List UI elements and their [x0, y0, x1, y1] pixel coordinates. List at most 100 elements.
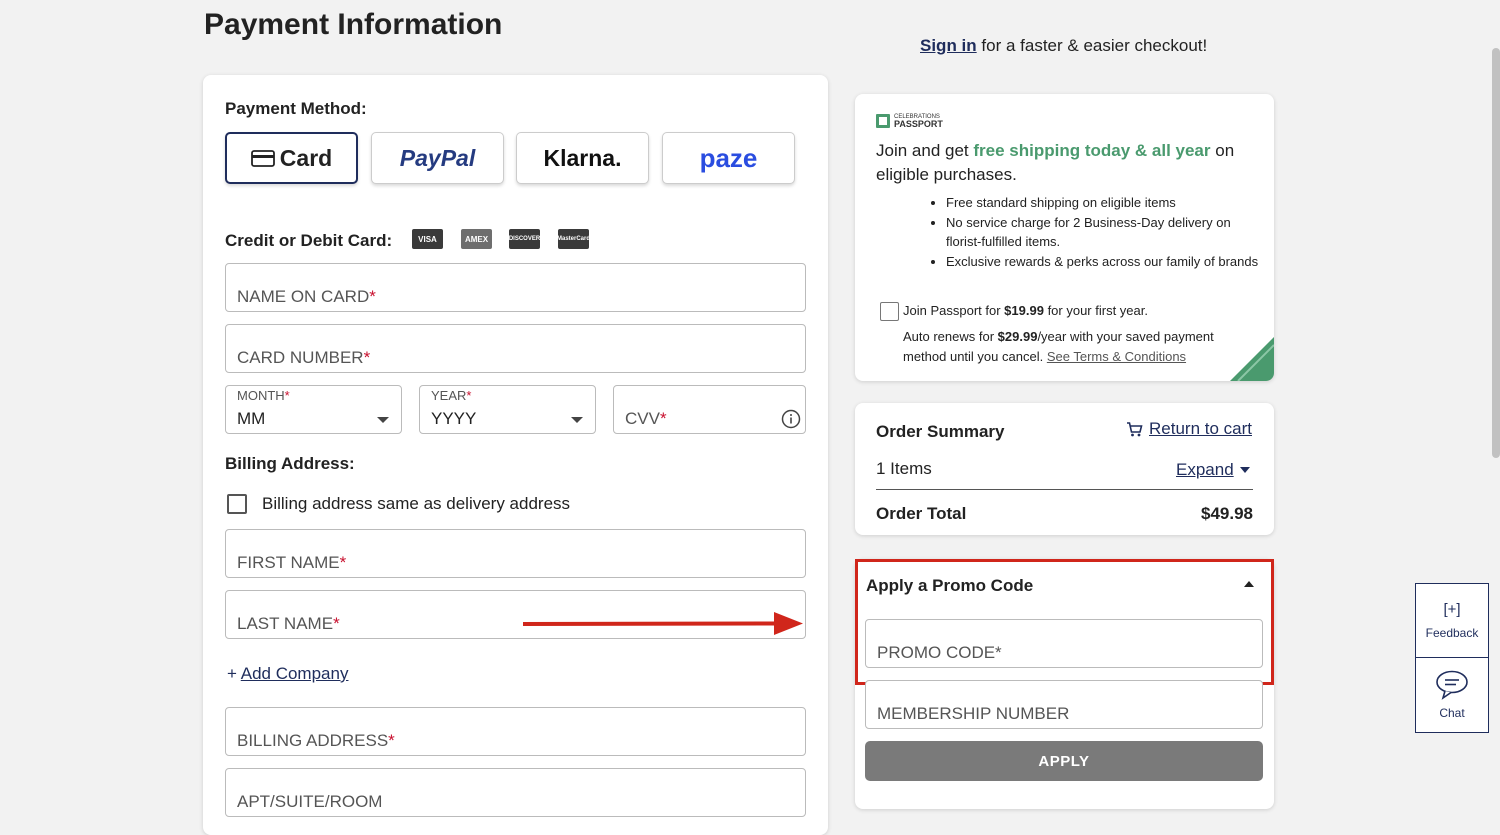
- renew-mid: /year with your saved payment: [1037, 329, 1214, 344]
- card-method-button[interactable]: Card: [225, 132, 358, 184]
- passport-logo-icon: [876, 114, 890, 128]
- cvv-field[interactable]: CVV*: [613, 385, 806, 434]
- chevron-up-icon[interactable]: [1244, 581, 1254, 587]
- required-mark: *: [363, 348, 371, 367]
- paypal-method-button[interactable]: PayPal: [371, 132, 504, 184]
- year-value: YYYY: [431, 409, 477, 428]
- apt-field[interactable]: APT/SUITE/ROOM: [225, 768, 806, 817]
- first-name-field[interactable]: FIRST NAME*: [225, 529, 806, 578]
- expand-label: Expand: [1176, 460, 1234, 479]
- name-on-card-placeholder: NAME ON CARD: [237, 287, 370, 306]
- visa-logo-icon: VISA: [412, 229, 443, 249]
- order-summary-title: Order Summary: [876, 422, 1005, 441]
- passport-intro-highlight: free shipping today & all year: [973, 141, 1211, 160]
- terms-link[interactable]: See Terms & Conditions: [1047, 349, 1186, 364]
- paze-method-button[interactable]: paze: [662, 132, 795, 184]
- order-total-label: Order Total: [876, 504, 967, 523]
- month-value: MM: [237, 409, 266, 428]
- join-passport-label: Join Passport for $19.99 for your first …: [903, 303, 1148, 318]
- cvv-placeholder: CVV: [625, 409, 660, 428]
- signin-prompt: Sign in for a faster & easier checkout!: [920, 36, 1207, 56]
- billing-same-label: Billing address same as delivery address: [262, 494, 571, 513]
- apt-placeholder: APT/SUITE/ROOM: [237, 792, 383, 811]
- paze-logo: paze: [699, 142, 758, 173]
- passport-benefits-list: Free standard shipping on eligible items…: [930, 193, 1266, 271]
- discover-logo-icon: DISCOVER: [509, 229, 540, 249]
- name-on-card-field[interactable]: NAME ON CARD*: [225, 263, 806, 312]
- join-prefix: Join Passport for: [903, 303, 1001, 318]
- credit-card-icon: [250, 149, 275, 167]
- required-mark: *: [339, 553, 347, 572]
- join-suffix: for your first year.: [1047, 303, 1148, 318]
- list-item: Free standard shipping on eligible items: [946, 193, 1266, 213]
- passport-intro-3: eligible purchases.: [876, 165, 1017, 184]
- return-to-cart-label: Return to cart: [1149, 419, 1252, 438]
- info-icon[interactable]: [781, 409, 801, 429]
- billing-address-placeholder: BILLING ADDRESS: [237, 731, 389, 750]
- list-item: Exclusive rewards & perks across our fam…: [946, 252, 1266, 272]
- apply-button-label: APPLY: [1038, 752, 1090, 770]
- chat-label: Chat: [1439, 706, 1465, 720]
- plus-icon: +: [227, 664, 237, 683]
- passport-intro-1: Join and get: [876, 141, 969, 160]
- promo-code-placeholder: PROMO CODE*: [877, 643, 1002, 662]
- feedback-icon: [+]: [1443, 601, 1461, 618]
- renew-line2: method until you cancel.: [903, 348, 1044, 364]
- feedback-label: Feedback: [1425, 626, 1479, 640]
- renew-price: $29.99: [997, 329, 1038, 344]
- paypal-logo: PayPal: [399, 144, 476, 171]
- add-company-link[interactable]: + Add Company: [227, 664, 348, 684]
- return-to-cart-link[interactable]: Return to cart: [1126, 419, 1252, 439]
- join-price: $19.99: [1004, 303, 1044, 318]
- month-label: MONTH: [237, 388, 285, 403]
- year-select[interactable]: YEAR* YYYY: [419, 385, 596, 434]
- page-scrollbar[interactable]: [1492, 48, 1500, 458]
- klarna-logo: Klarna.: [543, 144, 622, 171]
- card-method-label: Card: [279, 144, 333, 171]
- amex-logo-icon: AMEX: [461, 229, 492, 249]
- credit-debit-label: Credit or Debit Card:: [225, 231, 393, 250]
- chevron-down-icon: [571, 417, 583, 423]
- chat-bubble-icon: [1436, 670, 1468, 700]
- required-mark: *: [388, 731, 395, 750]
- klarna-method-button[interactable]: Klarna.: [516, 132, 649, 184]
- passport-intro: Join and get free shipping today & all y…: [876, 139, 1256, 187]
- first-name-placeholder: FIRST NAME: [237, 553, 340, 572]
- order-items-count: 1 Items: [876, 459, 932, 478]
- passport-brand-bottom: PASSPORT: [894, 119, 943, 129]
- apply-button[interactable]: APPLY: [865, 741, 1263, 781]
- card-number-placeholder: CARD NUMBER: [237, 348, 364, 367]
- feedback-button[interactable]: [+] Feedback: [1415, 583, 1489, 658]
- payment-method-label: Payment Method:: [225, 99, 367, 118]
- cart-icon: [1127, 421, 1143, 436]
- required-mark: *: [333, 614, 340, 633]
- required-mark: *: [284, 388, 290, 403]
- passport-logo: CELEBRATIONS PASSPORT: [876, 114, 943, 129]
- billing-same-checkbox[interactable]: [227, 494, 247, 514]
- required-mark: *: [659, 409, 667, 428]
- annotation-arrow-icon: [522, 612, 803, 635]
- card-number-field[interactable]: CARD NUMBER*: [225, 324, 806, 373]
- join-passport-checkbox[interactable]: [880, 302, 899, 321]
- last-name-placeholder: LAST NAME: [237, 614, 334, 633]
- membership-number-placeholder: MEMBERSHIP NUMBER: [877, 704, 1070, 723]
- list-item: No service charge for 2 Business-Day del…: [946, 213, 1266, 252]
- membership-number-field[interactable]: MEMBERSHIP NUMBER: [865, 680, 1263, 729]
- chevron-down-icon: [377, 417, 389, 423]
- required-mark: *: [369, 287, 376, 306]
- passport-intro-2: on: [1215, 141, 1235, 160]
- billing-address-field[interactable]: BILLING ADDRESS*: [225, 707, 806, 756]
- billing-address-label: Billing Address:: [225, 454, 355, 473]
- signin-link[interactable]: Sign in: [920, 36, 977, 55]
- promo-code-field[interactable]: PROMO CODE*: [865, 619, 1263, 668]
- signin-suffix: for a faster & easier checkout!: [981, 36, 1208, 55]
- mastercard-logo-icon: MasterCard: [557, 229, 590, 249]
- order-total-value: $49.98: [1201, 504, 1253, 523]
- divider: [876, 489, 1253, 490]
- renew-prefix: Auto renews for: [903, 329, 995, 344]
- chevron-down-icon: [1239, 467, 1250, 473]
- expand-link[interactable]: Expand: [1176, 460, 1250, 480]
- month-select[interactable]: MONTH* MM: [225, 385, 402, 434]
- chat-button[interactable]: Chat: [1415, 657, 1489, 733]
- promo-title: Apply a Promo Code: [866, 576, 1034, 595]
